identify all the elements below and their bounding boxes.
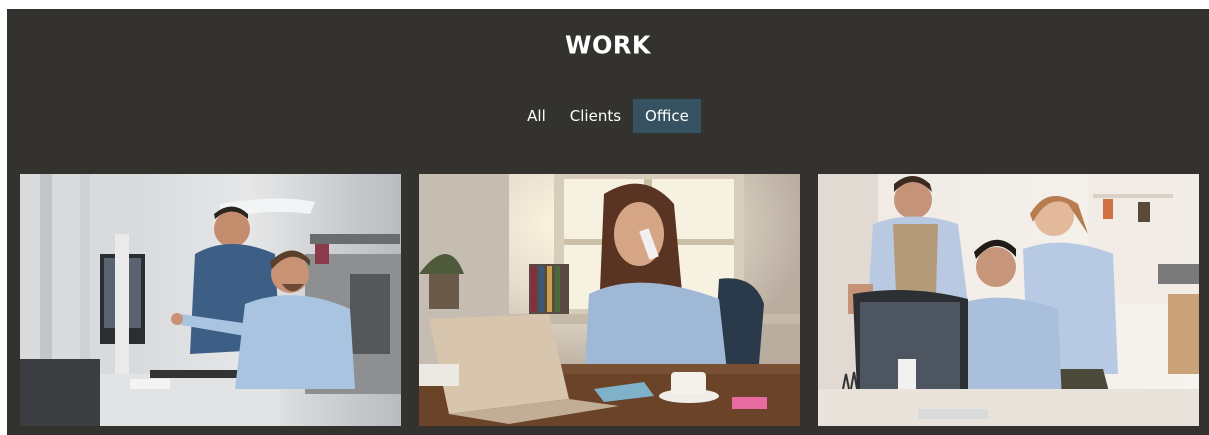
filter-tabs: All Clients Office xyxy=(7,99,1209,133)
filter-all[interactable]: All xyxy=(515,99,558,133)
work-section: WORK All Clients Office xyxy=(7,9,1209,435)
photo-team-desktop xyxy=(818,174,1199,426)
gallery-item-office-men[interactable] xyxy=(20,174,401,426)
gallery-item-team-computer[interactable] xyxy=(818,174,1199,426)
gallery-item-woman-phone[interactable] xyxy=(419,174,800,426)
filter-office[interactable]: Office xyxy=(633,99,701,133)
photo-gallery xyxy=(20,174,1199,426)
filter-clients[interactable]: Clients xyxy=(558,99,633,133)
section-title: WORK xyxy=(565,30,651,60)
photo-two-men-computer xyxy=(20,174,401,426)
photo-woman-phone-laptop xyxy=(419,174,800,426)
